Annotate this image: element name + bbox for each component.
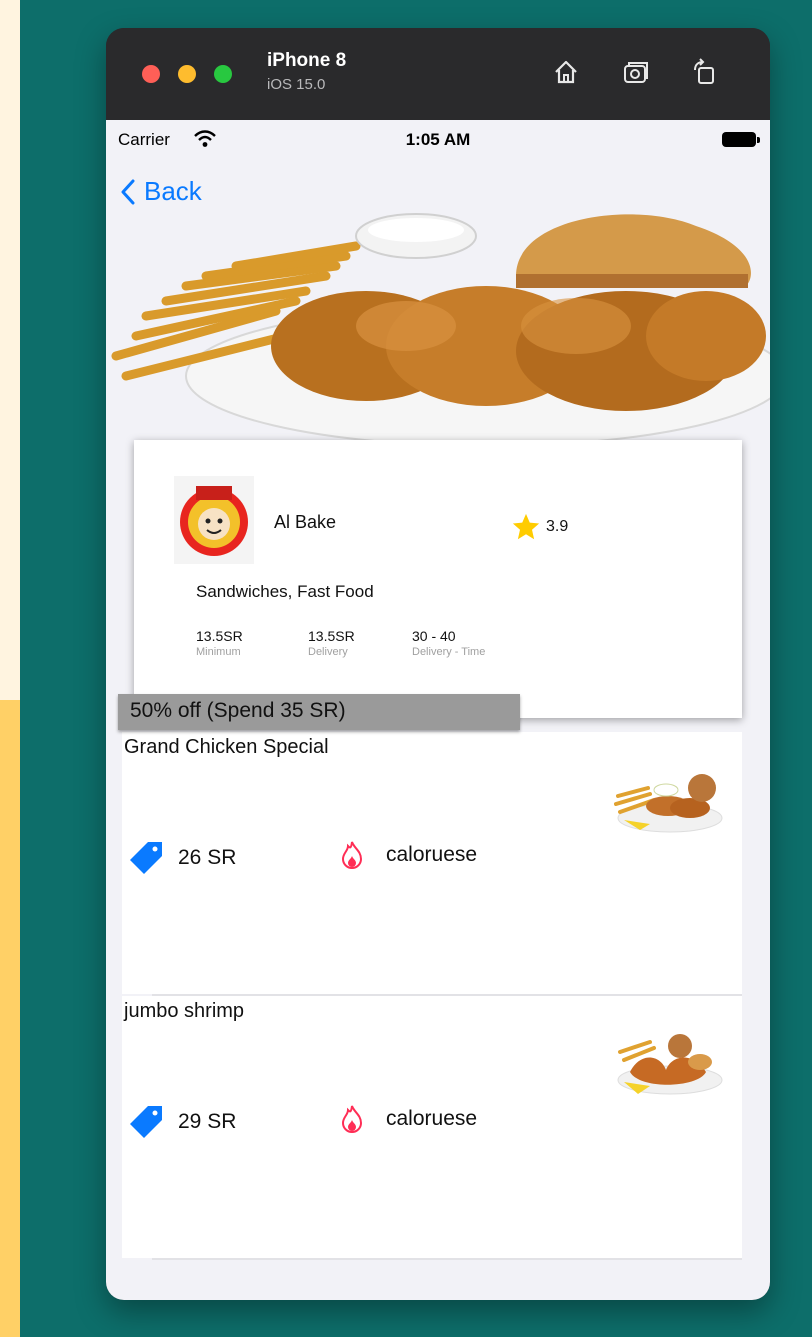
rating-value: 3.9 bbox=[546, 518, 569, 535]
simulator-titlebar: iPhone 8 iOS 15.0 bbox=[106, 28, 770, 120]
price-tag-icon bbox=[130, 842, 162, 874]
stat-label: Delivery bbox=[308, 646, 348, 658]
stat-value: 13.5SR bbox=[308, 628, 355, 644]
restaurant-logo bbox=[174, 476, 254, 564]
zoom-window-button[interactable] bbox=[214, 65, 232, 83]
close-window-button[interactable] bbox=[142, 65, 160, 83]
flame-icon bbox=[341, 841, 363, 869]
menu-item-calories: caloruese bbox=[340, 1104, 477, 1134]
back-button[interactable]: Back bbox=[120, 176, 202, 207]
home-icon[interactable] bbox=[552, 58, 580, 86]
menu-item-image bbox=[614, 774, 723, 833]
restaurant-categories: Sandwiches, Fast Food bbox=[196, 582, 374, 601]
divider bbox=[152, 1258, 742, 1260]
menu-item-calories: caloruese bbox=[340, 840, 477, 870]
flame-icon bbox=[341, 1105, 363, 1133]
stat-value: 13.5SR bbox=[196, 628, 243, 644]
menu-item-price: 29 SR bbox=[128, 1104, 236, 1140]
calories-label: caloruese bbox=[386, 843, 478, 866]
menu-item-name: jumbo shrimp bbox=[124, 1000, 245, 1022]
stat-delivery-time: 30 - 40 Delivery - Time bbox=[412, 628, 485, 658]
menu-item-name: Grand Chicken Special bbox=[124, 736, 329, 758]
status-time: 1:05 AM bbox=[405, 130, 471, 149]
price-tag-icon bbox=[130, 1106, 162, 1138]
price-value: 29 SR bbox=[178, 1110, 237, 1133]
device-os: iOS 15.0 bbox=[267, 76, 326, 93]
price-value: 26 SR bbox=[178, 846, 237, 869]
restaurant-name: Al Bake bbox=[274, 512, 337, 532]
minimize-window-button[interactable] bbox=[178, 65, 196, 83]
battery-icon bbox=[722, 132, 756, 147]
battery-tip bbox=[757, 137, 760, 143]
menu-item-image bbox=[617, 1034, 723, 1095]
restaurant-info-card: Al Bake 3.9 Sandwiches, Fast Food 13.5SR… bbox=[134, 440, 742, 718]
stat-minimum: 13.5SR Minimum bbox=[196, 628, 243, 658]
rotate-icon[interactable] bbox=[690, 58, 718, 86]
stat-label: Delivery - Time bbox=[412, 646, 486, 658]
app-screen: Carrier 1:05 AM Back Al Bake 3.9 Sandwic… bbox=[106, 120, 770, 1300]
menu-item-price: 26 SR bbox=[128, 840, 236, 876]
back-label: Back bbox=[144, 176, 202, 206]
stat-value: 30 - 40 bbox=[412, 628, 456, 644]
device-name: iPhone 8 bbox=[267, 50, 347, 71]
screenshot-icon[interactable] bbox=[622, 58, 650, 86]
offer-banner: 50% off (Spend 35 SR) bbox=[118, 694, 520, 730]
background-accent bbox=[0, 700, 20, 1337]
restaurant-rating: 3.9 bbox=[510, 512, 568, 542]
menu-item[interactable]: jumbo shrimp 29 SR caloruese bbox=[122, 996, 742, 1258]
status-bar: Carrier 1:05 AM bbox=[106, 120, 770, 160]
simulator-window: iPhone 8 iOS 15.0 Carrier 1:05 AM Back A… bbox=[106, 28, 770, 1300]
restaurant-hero-image bbox=[111, 213, 770, 446]
menu-item[interactable]: Grand Chicken Special 26 SR caloruese bbox=[122, 732, 742, 994]
star-icon bbox=[512, 513, 540, 540]
calories-label: caloruese bbox=[386, 1107, 478, 1130]
chevron-left-icon bbox=[121, 179, 135, 204]
stat-label: Minimum bbox=[196, 646, 241, 658]
stat-delivery: 13.5SR Delivery bbox=[308, 628, 355, 658]
